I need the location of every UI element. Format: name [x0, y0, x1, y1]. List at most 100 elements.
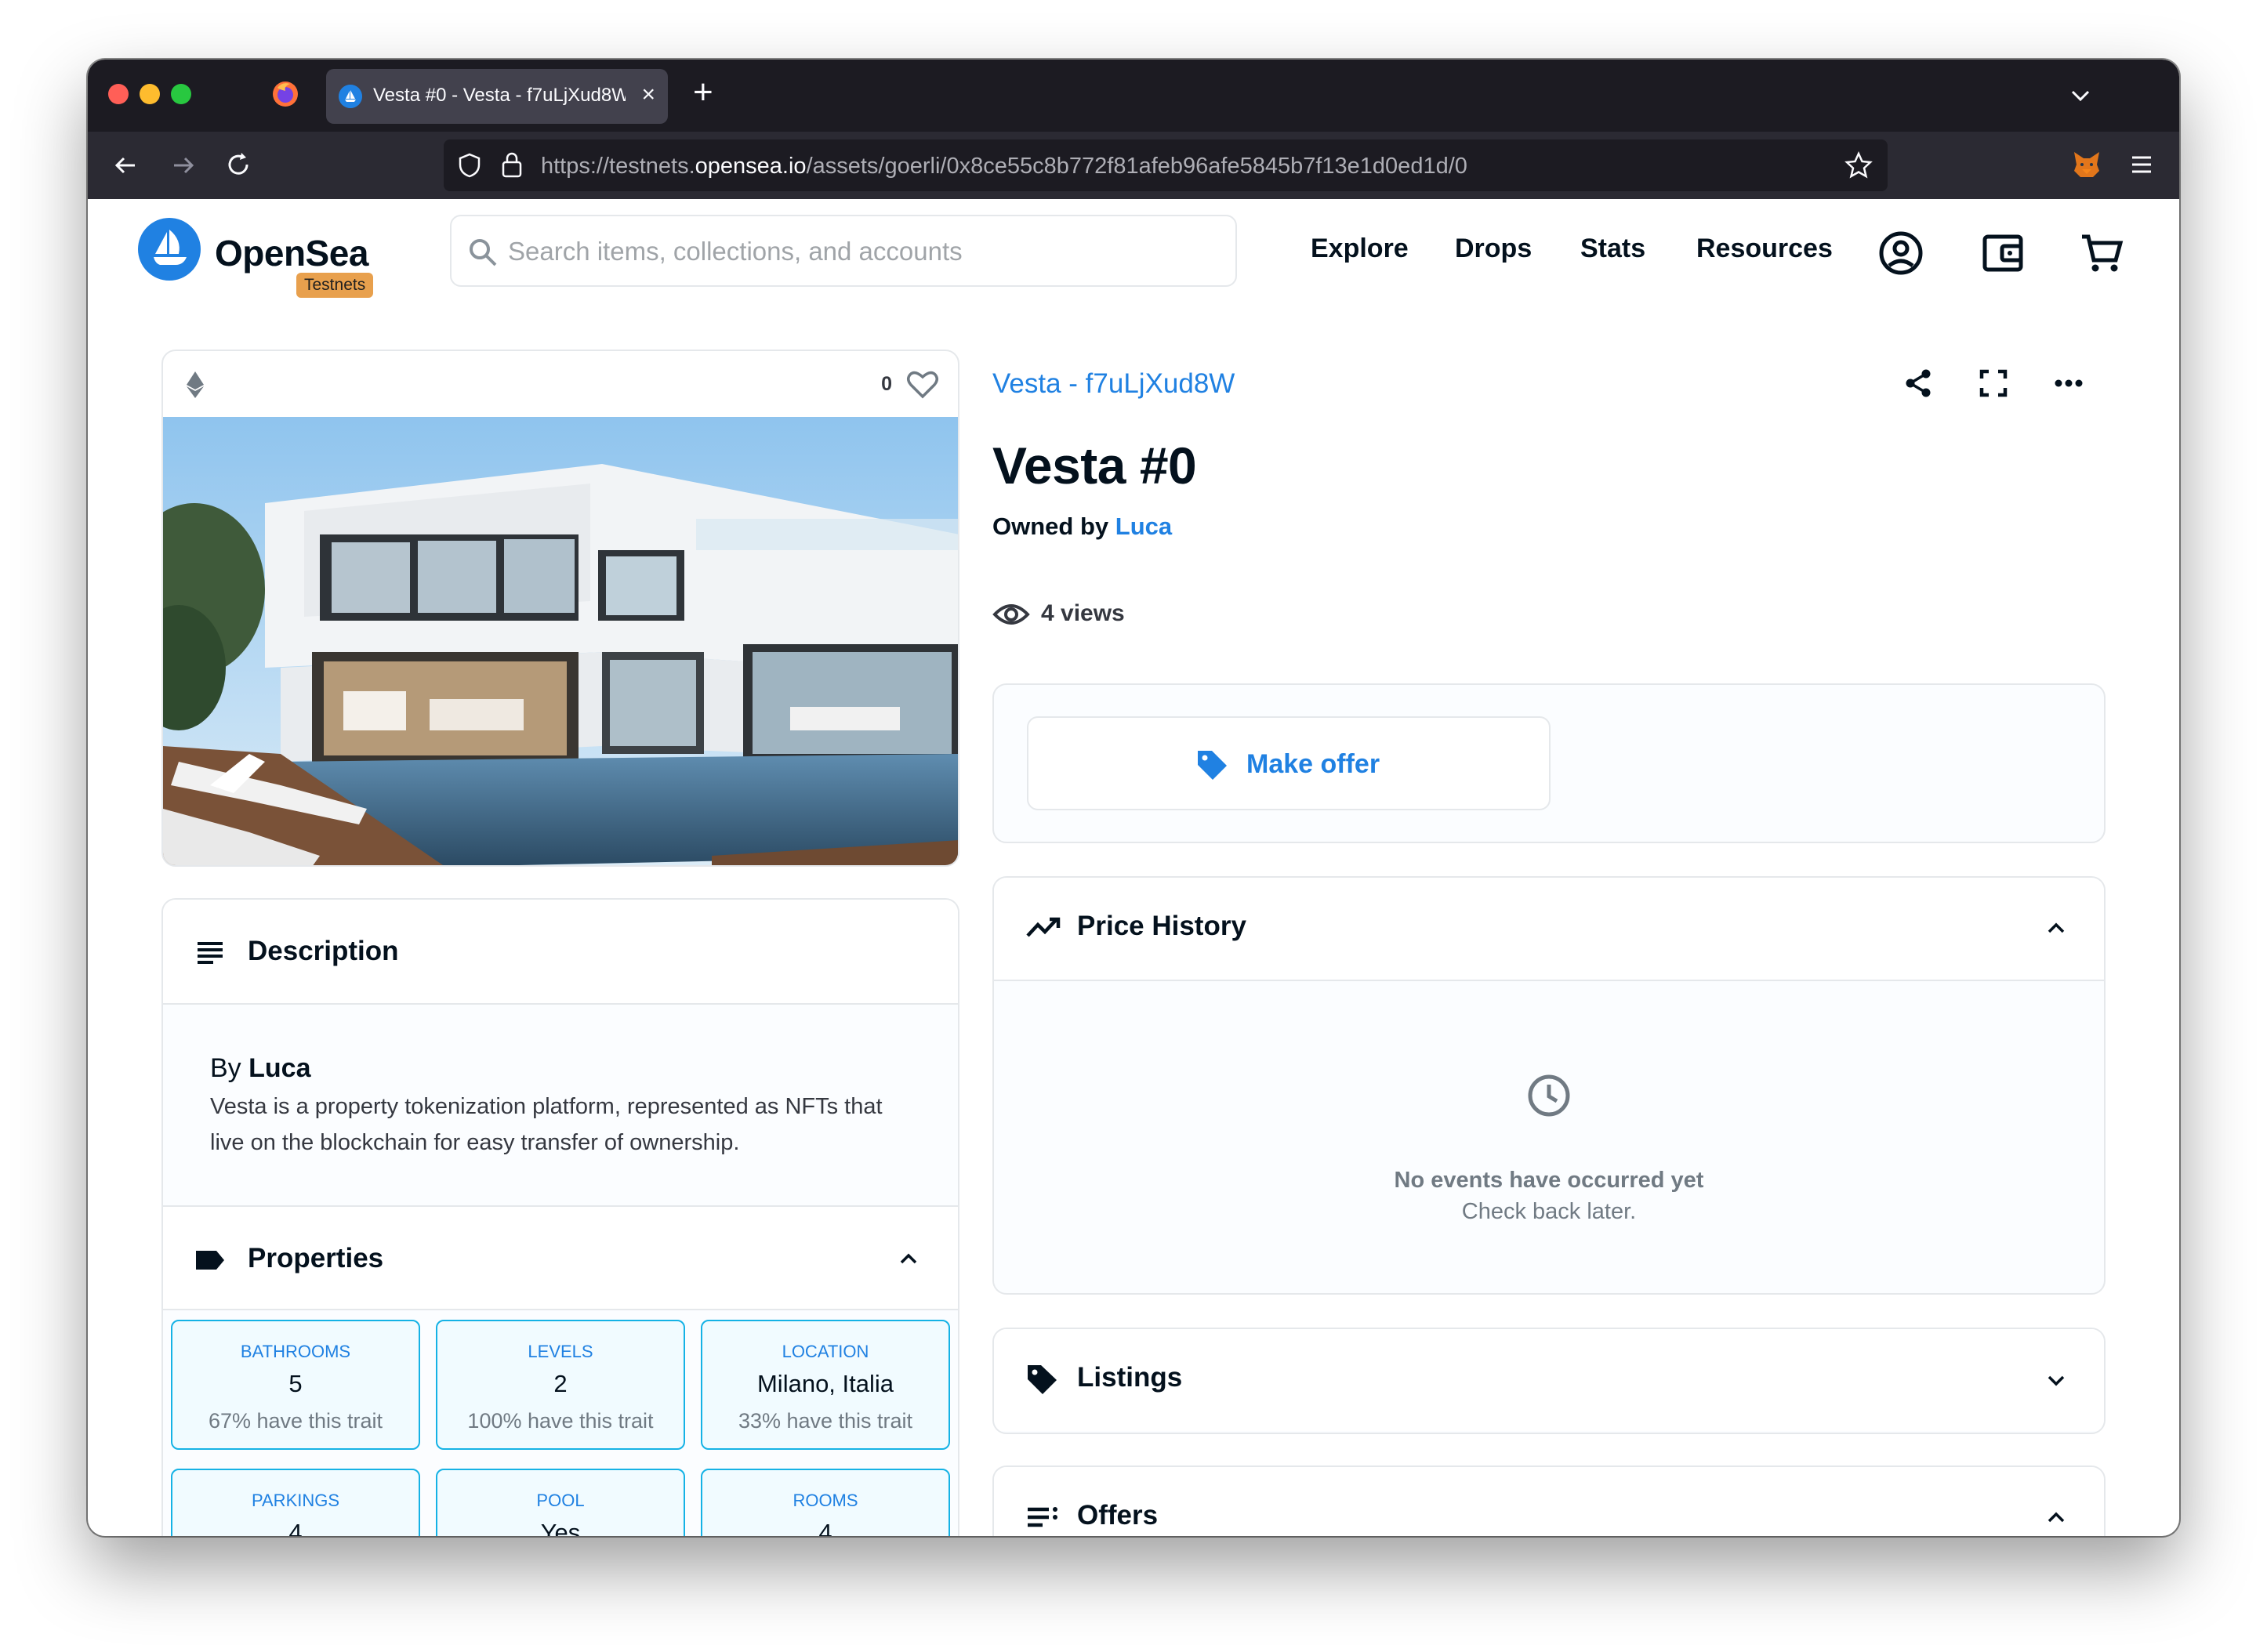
listings-header[interactable]: Listings — [994, 1329, 2104, 1431]
clock-icon — [1528, 1074, 1570, 1117]
properties-title: Properties — [248, 1243, 384, 1273]
shield-icon[interactable] — [456, 152, 483, 179]
trait-value: 4 — [818, 1519, 832, 1536]
chevron-down-icon[interactable] — [2043, 1367, 2069, 1393]
ethereum-icon[interactable] — [187, 371, 204, 398]
chevron-up-icon[interactable] — [895, 1246, 922, 1273]
price-history-title: Price History — [1077, 911, 1246, 941]
nav-explore[interactable]: Explore — [1311, 234, 1409, 264]
description-body: By Luca Vesta is a property tokenization… — [210, 1053, 916, 1161]
firefox-icon[interactable] — [271, 80, 299, 108]
close-tab-icon[interactable]: × — [641, 83, 655, 107]
url-text[interactable]: https://testnets.opensea.io/assets/goerl… — [541, 154, 1467, 179]
label-tag-icon — [196, 1251, 224, 1270]
cart-icon[interactable] — [2079, 230, 2124, 276]
empty-state-subtitle: Check back later. — [1461, 1199, 1637, 1224]
nav-bar: https://testnets.opensea.io/assets/goerl… — [88, 132, 2179, 199]
trait-value: Yes — [540, 1519, 581, 1536]
description-creator: By Luca — [210, 1053, 311, 1083]
active-tab[interactable]: Vesta #0 - Vesta - f7uLjXud8W | OpenSea … — [326, 69, 668, 124]
back-icon[interactable] — [110, 149, 143, 182]
brand-name[interactable]: OpenSea — [215, 232, 368, 274]
trait-parkings[interactable]: PARKINGS 4 — [171, 1469, 420, 1536]
trait-type: LEVELS — [528, 1342, 593, 1361]
properties-header[interactable]: Properties — [163, 1207, 958, 1310]
site-header: OpenSea Testnets Search items, collectio… — [88, 199, 2179, 332]
offers-header[interactable]: Offers — [994, 1467, 2104, 1536]
media-toolbar: 0 — [163, 351, 958, 417]
chevron-up-icon[interactable] — [2043, 915, 2069, 942]
menu-icon[interactable] — [2127, 150, 2156, 179]
nav-stats[interactable]: Stats — [1580, 234, 1645, 264]
trait-rarity: 67% have this trait — [208, 1409, 383, 1433]
account-icon[interactable] — [1878, 230, 1924, 276]
trait-rooms[interactable]: ROOMS 4 — [701, 1469, 950, 1536]
description-header[interactable]: Description — [163, 900, 958, 1003]
search-icon — [470, 239, 497, 266]
tag-icon — [1028, 1365, 1057, 1394]
description-title: Description — [248, 936, 399, 966]
trait-value: 4 — [288, 1519, 303, 1536]
trait-type: BATHROOMS — [240, 1342, 351, 1361]
divider — [163, 1309, 958, 1310]
trait-type: PARKINGS — [251, 1491, 340, 1510]
asset-image[interactable] — [163, 417, 959, 867]
owner-link[interactable]: Luca — [1115, 513, 1172, 540]
price-history-panel: Price History No events have occurred ye… — [992, 876, 2106, 1295]
trait-value: Milano, Italia — [756, 1370, 894, 1397]
opensea-logo[interactable] — [138, 218, 201, 281]
trait-bathrooms[interactable]: BATHROOMS 5 67% have this trait — [171, 1320, 420, 1450]
reload-icon[interactable] — [223, 149, 256, 182]
chevron-down-icon[interactable] — [2065, 80, 2096, 111]
tag-icon — [1198, 751, 1227, 780]
forward-icon[interactable] — [166, 149, 199, 182]
offers-list-icon — [1028, 1507, 1057, 1527]
trait-levels[interactable]: LEVELS 2 100% have this trait — [436, 1320, 685, 1450]
eye-icon — [992, 604, 1030, 625]
url-bar[interactable]: https://testnets.opensea.io/assets/goerl… — [444, 139, 1888, 191]
metamask-fox-icon[interactable] — [2069, 147, 2104, 182]
make-offer-button[interactable]: Make offer — [1027, 716, 1551, 810]
chevron-up-icon[interactable] — [2043, 1505, 2069, 1531]
views-count: 4 views — [1041, 600, 1125, 626]
trait-pool[interactable]: POOL Yes — [436, 1469, 685, 1536]
description-card: Description By Luca Vesta is a property … — [161, 898, 959, 1536]
trait-value: 5 — [288, 1370, 303, 1397]
testnets-badge: Testnets — [296, 273, 374, 298]
collection-link[interactable]: Vesta - f7uLjXud8W — [992, 368, 1235, 400]
divider — [163, 1003, 958, 1005]
description-text: Vesta is a property tokenization platfor… — [210, 1094, 883, 1155]
bookmark-star-icon[interactable] — [1844, 150, 1873, 180]
nav-resources[interactable]: Resources — [1696, 234, 1833, 264]
search-input[interactable]: Search items, collections, and accounts — [450, 215, 1237, 287]
minimize-window-button[interactable] — [140, 84, 160, 104]
tab-title: Vesta #0 - Vesta - f7uLjXud8W | OpenSea — [373, 85, 626, 106]
asset-title: Vesta #0 — [992, 437, 1197, 495]
fullscreen-icon[interactable] — [1977, 367, 2010, 400]
lock-icon[interactable] — [500, 150, 524, 179]
offers-panel: Offers — [992, 1465, 2106, 1536]
make-offer-label: Make offer — [1246, 749, 1380, 779]
browser-window: Vesta #0 - Vesta - f7uLjXud8W | OpenSea … — [88, 60, 2179, 1536]
wallet-icon[interactable] — [1980, 230, 2026, 276]
nav-drops[interactable]: Drops — [1455, 234, 1532, 264]
opensea-favicon-icon — [339, 85, 362, 108]
zoom-window-button[interactable] — [171, 84, 191, 104]
tab-bar: Vesta #0 - Vesta - f7uLjXud8W | OpenSea … — [88, 60, 2179, 132]
favorite-count: 0 — [881, 373, 892, 395]
new-tab-icon[interactable]: + — [693, 75, 713, 110]
price-history-header[interactable]: Price History — [994, 878, 2104, 980]
trait-value: 2 — [553, 1370, 568, 1397]
heart-icon[interactable] — [906, 368, 939, 400]
trait-location[interactable]: LOCATION Milano, Italia 33% have this tr… — [701, 1320, 950, 1450]
share-icon[interactable] — [1902, 367, 1935, 400]
creator-link[interactable]: Luca — [248, 1053, 310, 1083]
asset-media-card: 0 — [161, 350, 959, 867]
listings-title: Listings — [1077, 1362, 1183, 1393]
more-options-icon[interactable] — [2052, 367, 2085, 400]
description-lines-icon — [198, 942, 223, 964]
close-window-button[interactable] — [108, 84, 129, 104]
trait-type: POOL — [536, 1491, 585, 1510]
empty-state-title: No events have occurred yet — [1394, 1168, 1704, 1193]
search-placeholder: Search items, collections, and accounts — [508, 237, 963, 266]
